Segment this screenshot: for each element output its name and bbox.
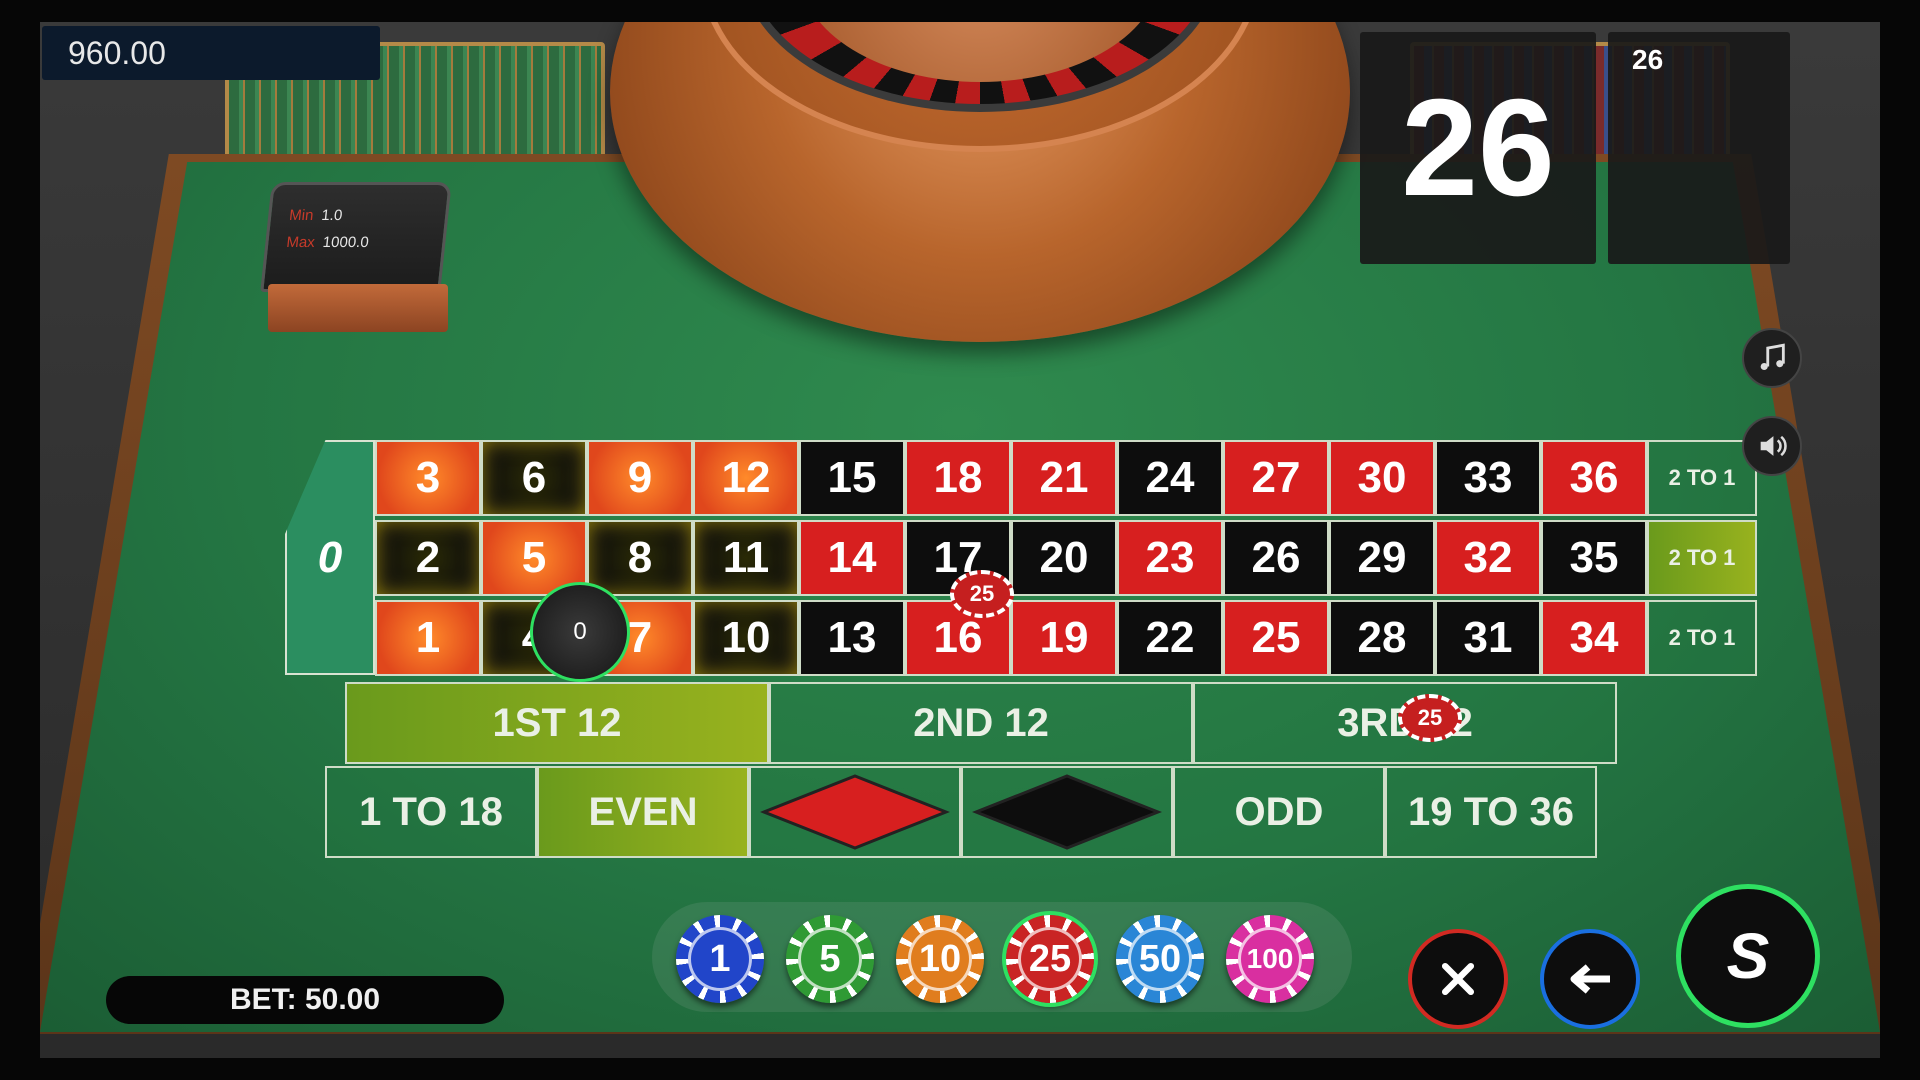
chip-value-label: 5: [798, 927, 862, 991]
number-25[interactable]: 25: [1223, 600, 1329, 676]
chip-value-label: 10: [908, 927, 972, 991]
number-27[interactable]: 27: [1223, 440, 1329, 516]
number-28[interactable]: 28: [1329, 600, 1435, 676]
dozen-bet-1[interactable]: 1ST 12: [345, 682, 769, 764]
max-limit-label: Max: [285, 234, 316, 251]
number-29[interactable]: 29: [1329, 520, 1435, 596]
close-icon: [1441, 962, 1475, 996]
number-6[interactable]: 6: [481, 440, 587, 516]
number-10[interactable]: 10: [693, 600, 799, 676]
number-31[interactable]: 31: [1435, 600, 1541, 676]
speaker-icon: [1760, 435, 1787, 457]
min-limit-label: Min: [288, 207, 315, 224]
number-2[interactable]: 2: [375, 520, 481, 596]
chip-25[interactable]: 25: [1006, 915, 1094, 1003]
column-bet-3[interactable]: 2 TO 1: [1647, 600, 1757, 676]
number-11[interactable]: 11: [693, 520, 799, 596]
placed-chip[interactable]: 25: [950, 570, 1014, 618]
chip-50[interactable]: 50: [1116, 915, 1204, 1003]
chip-1[interactable]: 1: [676, 915, 764, 1003]
odd-bet[interactable]: ODD: [1173, 766, 1385, 858]
number-13[interactable]: 13: [799, 600, 905, 676]
dozen-bet-2[interactable]: 2ND 12: [769, 682, 1193, 764]
chip-value-label: 100: [1238, 927, 1302, 991]
bet-value: 50.00: [304, 983, 381, 1016]
number-36[interactable]: 36: [1541, 440, 1647, 516]
number-19[interactable]: 19: [1011, 600, 1117, 676]
placard-stand: [268, 284, 448, 332]
even-bet[interactable]: EVEN: [537, 766, 749, 858]
low-bet[interactable]: 1 TO 18: [325, 766, 537, 858]
undo-arrow-icon: [1570, 964, 1610, 994]
chip-100[interactable]: 100: [1226, 915, 1314, 1003]
bet-display: BET: 50.00: [106, 976, 504, 1024]
number-35[interactable]: 35: [1541, 520, 1647, 596]
history-item: 26: [1632, 44, 1664, 75]
number-14[interactable]: 14: [799, 520, 905, 596]
number-22[interactable]: 22: [1117, 600, 1223, 676]
min-limit-value: 1.0: [320, 207, 344, 224]
spin-button[interactable]: S: [1676, 884, 1820, 1028]
column-bet-1[interactable]: 2 TO 1: [1647, 440, 1757, 516]
number-24[interactable]: 24: [1117, 440, 1223, 516]
placed-chip[interactable]: 25: [1398, 694, 1462, 742]
number-34[interactable]: 34: [1541, 600, 1647, 676]
chip-value-label: 50: [1128, 927, 1192, 991]
number-9[interactable]: 9: [587, 440, 693, 516]
winning-number: 26: [1360, 32, 1596, 264]
number-8[interactable]: 8: [587, 520, 693, 596]
number-20[interactable]: 20: [1011, 520, 1117, 596]
music-toggle-button[interactable]: [1742, 328, 1802, 388]
roulette-scene: Min 1.0 Max 1000.0 0 3 6 9 12 15 18 21 24 27 30 33 36…: [40, 22, 1880, 1058]
results-history: 26: [1608, 32, 1790, 264]
number-18[interactable]: 18: [905, 440, 1011, 516]
clear-bets-button[interactable]: [1408, 929, 1508, 1029]
red-diamond-icon: [760, 774, 950, 850]
max-limit-value: 1000.0: [321, 234, 370, 251]
game-stage: Min 1.0 Max 1000.0 0 3 6 9 12 15 18 21 24 27 30 33 36…: [0, 0, 1920, 1080]
number-3[interactable]: 3: [375, 440, 481, 516]
chip-5[interactable]: 5: [786, 915, 874, 1003]
column-bet-2[interactable]: 2 TO 1: [1647, 520, 1757, 596]
music-icon: [1760, 343, 1785, 371]
number-zero[interactable]: 0: [285, 440, 375, 675]
high-bet[interactable]: 19 TO 36: [1385, 766, 1597, 858]
table-limits-placard: Min 1.0 Max 1000.0: [260, 182, 452, 292]
undo-bet-button[interactable]: [1540, 929, 1640, 1029]
black-diamond-icon: [972, 774, 1162, 850]
chip-10[interactable]: 10: [896, 915, 984, 1003]
betting-board: 0 3 6 9 12 15 18 21 24 27 30 33 36 2 5 8 11 14 17 20 23 26 29…: [285, 432, 1765, 872]
number-32[interactable]: 32: [1435, 520, 1541, 596]
balance-display: 960.00: [42, 26, 380, 80]
black-bet[interactable]: [961, 766, 1173, 858]
number-15[interactable]: 15: [799, 440, 905, 516]
spin-icon: S: [1726, 920, 1770, 992]
number-12[interactable]: 12: [693, 440, 799, 516]
number-21[interactable]: 21: [1011, 440, 1117, 516]
bet-label: BET:: [229, 983, 297, 1016]
number-33[interactable]: 33: [1435, 440, 1541, 516]
number-23[interactable]: 23: [1117, 520, 1223, 596]
chip-counter-marker[interactable]: 0: [530, 582, 630, 682]
red-bet[interactable]: [749, 766, 961, 858]
chip-value-label: 25: [1018, 927, 1082, 991]
number-1[interactable]: 1: [375, 600, 481, 676]
sound-toggle-button[interactable]: [1742, 416, 1802, 476]
number-30[interactable]: 30: [1329, 440, 1435, 516]
number-26[interactable]: 26: [1223, 520, 1329, 596]
chip-value-label: 1: [688, 927, 752, 991]
